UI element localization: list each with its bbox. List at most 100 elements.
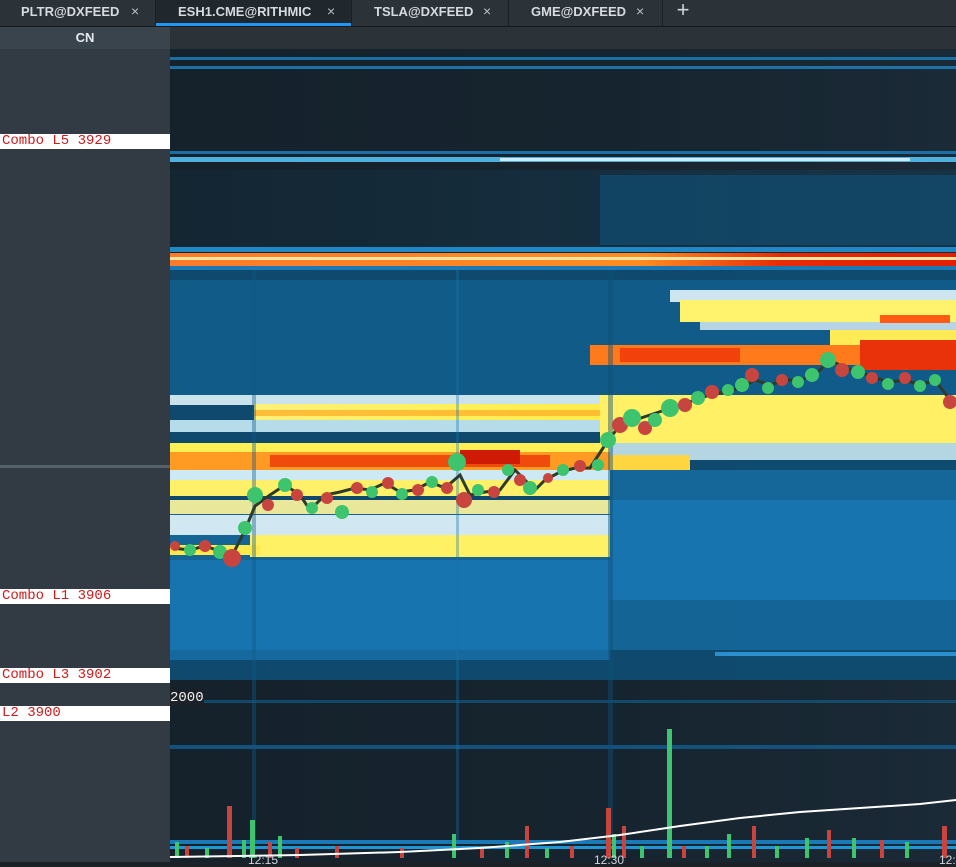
tab-label: TSLA@DXFEED [374,4,474,19]
level-label: Combo L5 3929 [0,134,170,149]
volume-bar [480,848,484,858]
heatmap-chart[interactable] [170,27,956,862]
panel-header[interactable]: CN [0,27,170,49]
tab-esh1[interactable]: ESH1.CME@RITHMIC × [156,0,352,26]
level-label: L2 3900 [0,706,170,721]
close-icon[interactable]: × [636,1,644,21]
liquidity-line [170,151,956,154]
liquidity-band [170,443,610,453]
close-icon[interactable]: × [483,1,491,21]
volume-bar [525,826,529,858]
liquidity-line [715,652,956,656]
tab-pltr[interactable]: PLTR@DXFEED × [0,0,156,26]
trade-bubble [623,409,641,427]
volume-bar [880,840,884,858]
level-label: Combo L3 3902 [0,668,170,683]
trade-bubble [745,368,759,382]
liquidity-band [170,395,600,405]
trade-bubble [448,453,466,471]
close-icon[interactable]: × [131,1,139,21]
time-axis-label: 12:30 [594,853,625,867]
trade-bubble [678,398,692,412]
active-tab-indicator [156,23,351,26]
trade-bubble [722,384,734,396]
trade-bubble [543,473,553,483]
level-label: Combo L1 3906 [0,589,170,604]
volume-bar [852,838,856,858]
liquidity-band [880,315,950,323]
trade-bubble [412,484,424,496]
volume-bar [667,729,672,858]
trade-bubble [735,378,749,392]
tab-label: PLTR@DXFEED [21,4,120,19]
trade-bubble [648,413,662,427]
trade-bubble [488,486,500,498]
liquidity-line [170,260,956,266]
liquidity-band [170,420,600,432]
volume-bar [827,830,831,858]
volume-bar [752,826,756,858]
header-strip [170,27,956,49]
liquidity-band [860,340,956,370]
trade-bubble [199,540,211,552]
trade-bubble [291,489,303,501]
trade-bubble [184,544,196,556]
volume-bar [682,846,686,858]
trade-bubble [851,365,865,379]
tab-bar: PLTR@DXFEED × ESH1.CME@RITHMIC × TSLA@DX… [0,0,956,27]
trade-bubble [306,502,318,514]
tab-gme[interactable]: GME@DXFEED × [509,0,663,26]
trade-bubble [335,505,349,519]
trade-bubble [661,399,679,417]
liquidity-line [170,247,956,252]
time-column [456,270,459,840]
trade-bubble [366,486,378,498]
liquidity-line [170,66,956,69]
trade-bubble [472,484,484,496]
volume-bar [727,834,731,858]
trade-bubble [574,460,586,472]
trade-bubble [247,487,263,503]
trade-bubble [441,482,453,494]
liquidity-line [170,700,956,703]
volume-bar [545,848,549,858]
liquidity-line [170,253,956,257]
time-column [608,270,613,840]
volume-scale-label: 2000 [170,690,204,706]
trade-bubble [705,385,719,399]
volume-bar [705,846,709,858]
trade-bubble [929,374,941,386]
trade-bubble [170,541,180,551]
tab-label: ESH1.CME@RITHMIC [178,4,312,19]
liquidity-zone [600,175,956,245]
trade-bubble [262,499,274,511]
trade-bubble [835,363,849,377]
volume-bar [335,846,339,858]
tab-label: GME@DXFEED [531,4,627,19]
trade-bubble [866,372,878,384]
trade-bubble [238,521,252,535]
volume-bar [640,846,644,858]
trade-bubble [805,368,819,382]
add-tab-icon[interactable]: + [663,0,703,26]
liquidity-line [500,158,910,161]
close-icon[interactable]: × [327,1,335,21]
trade-bubble [223,549,241,567]
tab-tsla[interactable]: TSLA@DXFEED × [352,0,509,26]
trade-bubble [557,464,569,476]
volume-bar [175,842,179,858]
trade-bubble [776,374,788,386]
trade-bubble [600,432,616,448]
liquidity-band [610,455,690,470]
trade-bubble [592,459,604,471]
volume-bar [295,848,299,858]
trade-bubble [792,376,804,388]
liquidity-line [170,57,956,60]
time-column [252,270,256,840]
price-panel: CN [0,27,170,862]
trade-bubble [502,464,514,476]
trade-bubble [820,352,836,368]
liquidity-band [460,450,520,464]
trade-bubble [914,380,926,392]
liquidity-band [620,348,740,362]
